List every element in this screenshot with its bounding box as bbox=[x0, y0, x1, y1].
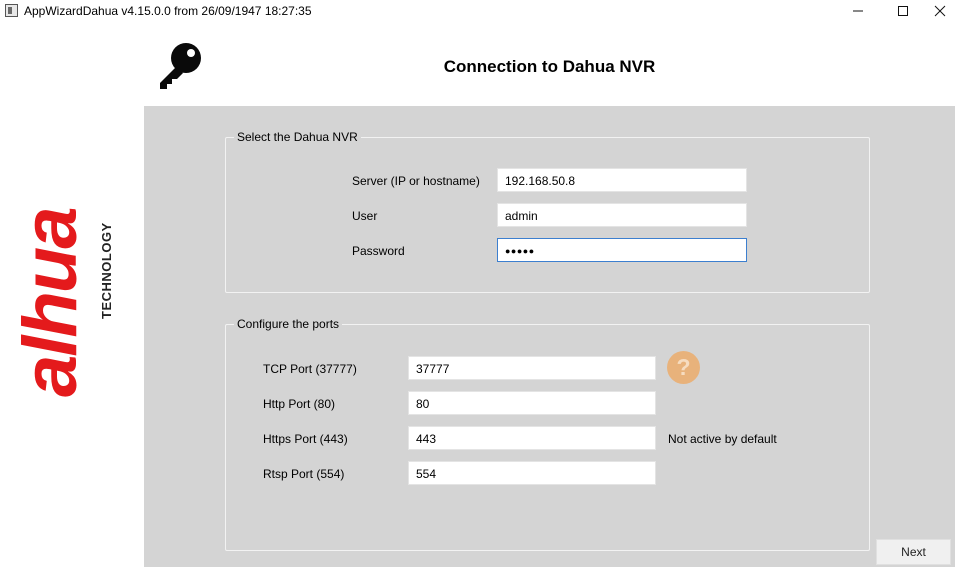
https-port-label: Https Port (443) bbox=[263, 432, 348, 446]
page-title: Connection to Dahua NVR bbox=[443, 57, 656, 76]
app-icon bbox=[5, 4, 18, 17]
nvr-group-legend: Select the Dahua NVR bbox=[234, 130, 361, 144]
rtsp-port-input[interactable]: 554 bbox=[408, 461, 656, 485]
brand-tagline: TECHNOLOGY bbox=[99, 222, 114, 319]
rtsp-port-label: Rtsp Port (554) bbox=[263, 467, 345, 481]
password-label: Password bbox=[352, 244, 405, 258]
https-port-input[interactable]: 443 bbox=[408, 426, 656, 450]
tcp-port-label: TCP Port (37777) bbox=[263, 362, 357, 376]
http-port-input[interactable]: 80 bbox=[408, 391, 656, 415]
close-button[interactable] bbox=[925, 0, 955, 22]
https-note: Not active by default bbox=[668, 432, 777, 446]
maximize-button[interactable] bbox=[880, 0, 926, 22]
maximize-icon bbox=[898, 6, 908, 16]
window-title: AppWizardDahua v4.15.0.0 from 26/09/1947… bbox=[24, 4, 312, 18]
brand-panel: alhua TECHNOLOGY bbox=[0, 22, 144, 567]
minimize-button[interactable] bbox=[835, 0, 881, 22]
password-input[interactable]: ●●●●● bbox=[497, 238, 747, 262]
server-input[interactable]: 192.168.50.8 bbox=[497, 168, 747, 192]
brand-wordmark: alhua bbox=[8, 208, 93, 397]
ports-group-legend: Configure the ports bbox=[234, 317, 343, 331]
title-bar: AppWizardDahua v4.15.0.0 from 26/09/1947… bbox=[0, 0, 955, 22]
user-input[interactable]: admin bbox=[497, 203, 747, 227]
next-button[interactable]: Next bbox=[876, 539, 951, 565]
dahua-logo: alhua TECHNOLOGY bbox=[8, 208, 114, 397]
server-label: Server (IP or hostname) bbox=[352, 174, 480, 188]
help-icon[interactable]: ? bbox=[667, 351, 700, 384]
http-port-label: Http Port (80) bbox=[263, 397, 336, 411]
header: Connection to Dahua NVR bbox=[144, 26, 955, 106]
minimize-icon bbox=[853, 10, 863, 12]
user-label: User bbox=[352, 209, 378, 223]
main-content: Select the Dahua NVR Server (IP or hostn… bbox=[144, 106, 955, 567]
tcp-port-input[interactable]: 37777 bbox=[408, 356, 656, 380]
close-icon bbox=[934, 5, 946, 17]
